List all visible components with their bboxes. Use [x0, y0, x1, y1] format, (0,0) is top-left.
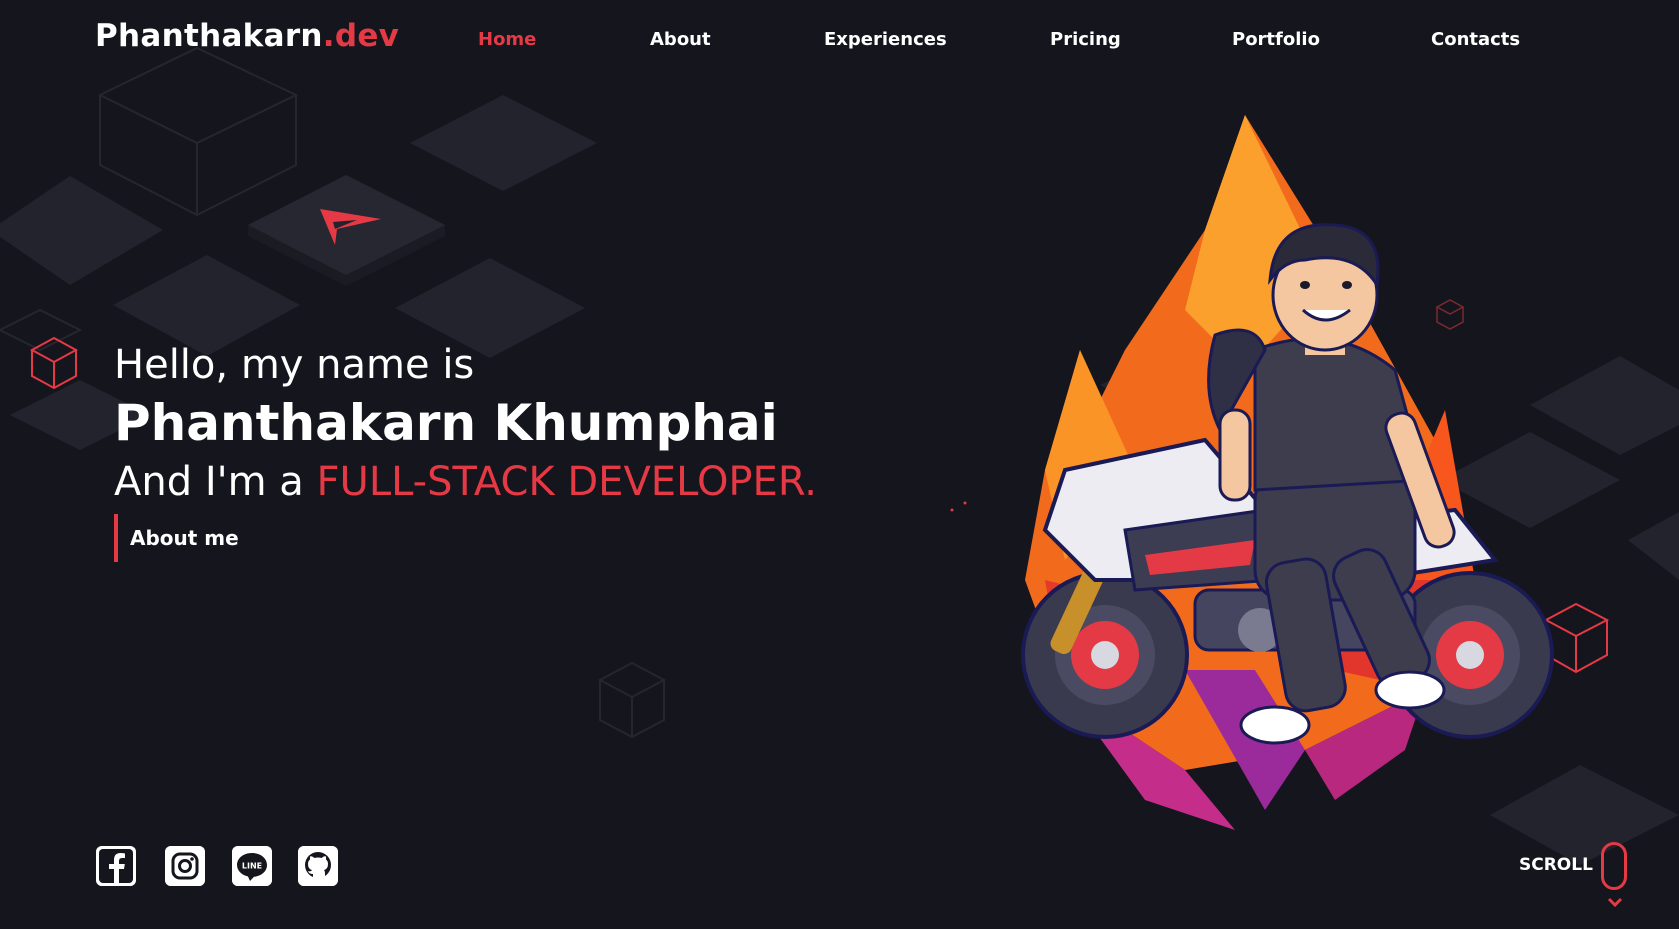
about-me-button[interactable]: About me [114, 514, 258, 562]
logo-mark-icon [320, 209, 381, 245]
scroll-label: SCROLL [1519, 855, 1593, 875]
about-me-label: About me [130, 526, 239, 550]
nav-experiences[interactable]: Experiences [824, 29, 947, 50]
github-icon [298, 846, 338, 886]
line-link[interactable]: LINE [232, 846, 272, 886]
nav-pricing[interactable]: Pricing [1050, 29, 1121, 50]
hero-role: And I'm a FULL-STACK DEVELOPER. [114, 454, 817, 510]
hero-illustration [1021, 115, 1554, 830]
brand-logo[interactable]: Phanthakarn.dev [95, 18, 399, 54]
facebook-icon [96, 846, 136, 886]
brand-name: Phanthakarn [95, 18, 323, 54]
github-link[interactable] [298, 846, 338, 886]
scroll-indicator[interactable] [1601, 842, 1627, 890]
hero-role-highlight: FULL-STACK DEVELOPER. [316, 459, 817, 505]
nav-portfolio[interactable]: Portfolio [1232, 29, 1320, 50]
instagram-icon [165, 846, 205, 886]
facebook-link[interactable] [96, 846, 136, 886]
nav-contacts[interactable]: Contacts [1431, 29, 1520, 50]
hero-name: Phanthakarn Khumphai [114, 394, 778, 452]
line-icon: LINE [232, 846, 272, 886]
instagram-link[interactable] [165, 846, 205, 886]
brand-suffix: .dev [322, 18, 400, 54]
line-icon-text: LINE [242, 862, 262, 871]
chevron-down-icon [1607, 897, 1623, 908]
hero-text: Hello, my name is Phanthakarn Khumphai A… [114, 340, 817, 510]
hero-role-prefix: And I'm a [114, 459, 317, 505]
nav-home[interactable]: Home [478, 29, 536, 50]
navbar: Phanthakarn.dev Home About Experiences P… [0, 0, 1679, 80]
hero-greeting: Hello, my name is [114, 342, 475, 388]
nav-about[interactable]: About [650, 29, 711, 50]
